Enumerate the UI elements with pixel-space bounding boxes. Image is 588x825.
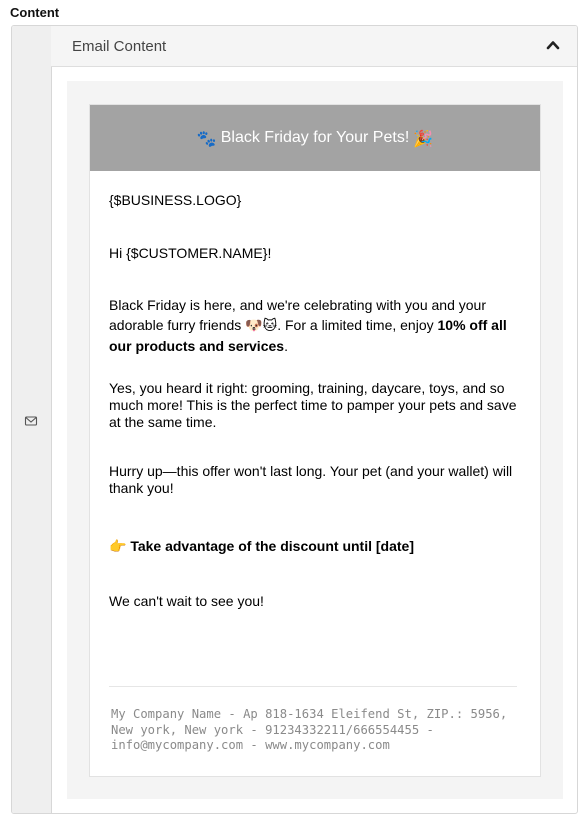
- closing-line: We can't wait to see you!: [109, 593, 264, 609]
- email-preview-area: 🐾 Black Friday for Your Pets! 🎉 {$BUSINE…: [67, 81, 563, 799]
- services-paragraph: Yes, you heard it right: grooming, train…: [109, 380, 517, 430]
- footer-divider: [109, 686, 517, 687]
- intro-paragraph: Black Friday is here, and we're celebrat…: [109, 295, 520, 356]
- section-label: Content: [10, 5, 60, 20]
- left-rail: [12, 26, 52, 813]
- email-preview-card: 🐾 Black Friday for Your Pets! 🎉 {$BUSINE…: [89, 104, 541, 777]
- intro-end: .: [284, 338, 288, 354]
- business-logo-placeholder: {$BUSINESS.LOGO}: [109, 192, 242, 208]
- panel-title: Email Content: [72, 38, 167, 55]
- panel-header[interactable]: Email Content: [51, 26, 577, 67]
- intro-mid: . For a limited time, enjoy: [277, 317, 438, 333]
- greeting-line: Hi {$CUSTOMER.NAME}!: [109, 245, 272, 261]
- cta-text: Take advantage of the discount until [da…: [130, 538, 414, 554]
- hurry-paragraph: Hurry up—this offer won't last long. You…: [109, 463, 513, 496]
- chevron-up-icon[interactable]: [546, 39, 560, 51]
- email-banner: 🐾 Black Friday for Your Pets! 🎉: [90, 105, 540, 171]
- cta-line: 👉 Take advantage of the discount until […: [109, 536, 520, 557]
- email-footer: My Company Name - Ap 818-1634 Eleifend S…: [111, 707, 508, 752]
- pet-emoji: 🐶🐱: [245, 318, 278, 334]
- banner-title: Black Friday for Your Pets!: [220, 129, 410, 146]
- pointing-hand-emoji: 👉: [109, 539, 127, 555]
- email-content-panel: Email Content 🐾 Black Friday for Your Pe…: [11, 25, 578, 814]
- party-emoji: 🎉: [413, 128, 434, 148]
- envelope-icon: [24, 416, 38, 426]
- paw-emoji: 🐾: [196, 128, 217, 148]
